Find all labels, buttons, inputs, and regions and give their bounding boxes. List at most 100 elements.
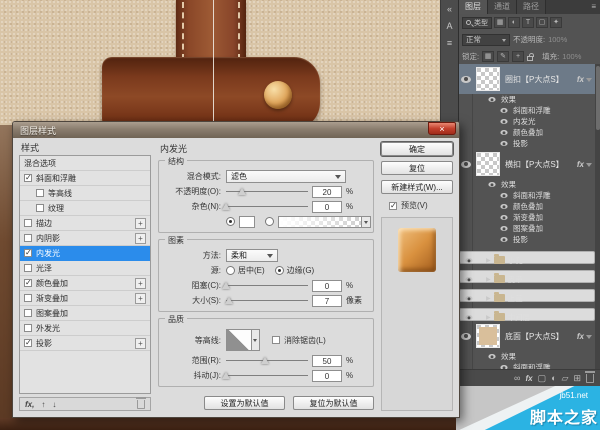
paragraph-panel-icon[interactable]: ≡ [447,36,452,53]
layers-scrollbar[interactable] [595,64,600,369]
group-name[interactable]: 上盖 [508,293,588,304]
group-name[interactable]: 皮带 [508,274,588,285]
style-item-stroke[interactable]: 描边 [20,216,150,231]
jitter-input[interactable]: 0 [312,370,342,382]
visibility-eye-icon[interactable] [461,161,471,168]
link-layers-icon[interactable]: ∞ [514,373,520,383]
style-item-blending-options[interactable]: 混合选项 [20,156,150,171]
reset-default-button[interactable]: 复位为默认值 [293,396,374,410]
add-instance-icon[interactable] [135,233,146,244]
add-layer-style-icon[interactable]: fx [525,374,532,383]
add-instance-icon[interactable] [135,293,146,304]
opacity-input[interactable]: 20 [312,186,342,198]
collapse-panels-icon[interactable]: « [447,2,452,19]
chevron-down-icon[interactable] [586,335,592,342]
contour-picker-arrow[interactable] [252,329,260,351]
checkbox[interactable] [36,204,44,212]
slider-thumb[interactable] [222,203,230,210]
visibility-eye-icon[interactable] [500,141,507,146]
delete-style-icon[interactable] [137,400,145,409]
layer-row[interactable]: 底面【P大点S】 fx [459,321,595,351]
move-up-icon[interactable]: ↑ [41,400,45,409]
checkbox[interactable] [24,294,32,302]
opacity-value[interactable]: 100% [548,35,567,44]
effect-row[interactable]: 内发光 [459,116,595,127]
gradient-radio[interactable] [265,217,274,226]
add-instance-icon[interactable] [135,278,146,289]
choke-input[interactable]: 0 [312,280,342,292]
antialias-checkbox[interactable] [272,336,280,344]
layer-name[interactable]: 圈扣【P大点S】 [505,74,575,85]
checkbox[interactable] [24,324,32,332]
scrollbar-thumb[interactable] [596,66,600,130]
preview-checkbox[interactable] [389,202,397,210]
dialog-titlebar[interactable]: 图层样式 × [13,122,459,138]
effects-header-row[interactable]: 效果 [459,351,595,362]
effect-row[interactable]: 颜色叠加 [459,201,595,212]
layer-thumbnail[interactable] [476,324,500,348]
visibility-eye-icon[interactable] [465,295,472,300]
ok-button[interactable]: 确定 [381,142,453,156]
layer-group-row[interactable]: ▶ 皮带 [459,270,595,283]
layer-group-row[interactable]: ▶ 中间层 [459,308,595,321]
blend-mode-select[interactable]: 滤色 [226,170,346,183]
layer-name[interactable]: 底面【P大点S】 [505,331,575,342]
chevron-down-icon[interactable] [586,78,592,85]
fill-value[interactable]: 100% [562,52,581,61]
tab-paths[interactable]: 路径 [517,0,546,14]
style-item-outer-glow[interactable]: 外发光 [20,321,150,336]
slider-thumb[interactable] [222,372,230,379]
visibility-eye-icon[interactable] [461,76,471,83]
add-instance-icon[interactable] [135,218,146,229]
visibility-eye-icon[interactable] [461,333,471,340]
filter-pixel-icon[interactable]: ▦ [494,17,506,28]
visibility-eye-icon[interactable] [500,108,507,113]
lock-pixels-icon[interactable]: ✎ [497,51,509,62]
visibility-eye-icon[interactable] [465,257,472,262]
slider-thumb[interactable] [238,188,246,195]
lock-position-icon[interactable]: + [512,51,524,62]
new-layer-icon[interactable]: ⊞ [573,373,581,384]
visibility-eye-icon[interactable] [488,182,495,187]
choke-slider[interactable] [226,281,308,290]
checkbox[interactable] [36,189,44,197]
checkbox[interactable] [24,234,32,242]
visibility-eye-icon[interactable] [500,237,507,242]
effect-row[interactable]: 斜面和浮雕 [459,362,595,369]
checkbox[interactable] [24,219,32,227]
visibility-eye-icon[interactable] [488,354,495,359]
filter-smart-icon[interactable]: ✦ [550,17,562,28]
range-input[interactable]: 50 [312,355,342,367]
chevron-down-icon[interactable] [586,163,592,170]
effects-header-row[interactable]: 效果 [459,94,595,105]
blend-mode-dropdown[interactable]: 正常 [462,34,510,46]
checkbox[interactable] [24,339,32,347]
size-input[interactable]: 7 [312,295,342,307]
filter-shape-icon[interactable]: ▢ [536,17,548,28]
contour-thumbnail[interactable] [226,329,252,351]
move-down-icon[interactable]: ↓ [52,400,56,409]
reset-button[interactable]: 复位 [381,161,453,175]
effect-row[interactable]: 颜色叠加 [459,127,595,138]
style-item-pattern-overlay[interactable]: 图案叠加 [20,306,150,321]
add-instance-icon[interactable] [135,338,146,349]
delete-layer-icon[interactable] [586,374,594,383]
lock-all-icon[interactable] [527,56,533,61]
visibility-eye-icon[interactable] [500,119,507,124]
layer-row[interactable]: 横扣【P大点S】 fx [459,149,595,179]
visibility-eye-icon[interactable] [465,276,472,281]
glow-color-swatch[interactable] [239,216,255,228]
visibility-eye-icon[interactable] [500,204,507,209]
visibility-eye-icon[interactable] [500,226,507,231]
adjustment-layer-icon[interactable]: ◐ [551,373,556,383]
noise-input[interactable]: 0 [312,201,342,213]
character-panel-icon[interactable]: A [446,19,452,36]
style-item-contour[interactable]: 等高线 [20,186,150,201]
visibility-eye-icon[interactable] [465,314,472,319]
checkbox[interactable] [24,279,32,287]
visibility-eye-icon[interactable] [500,193,507,198]
source-edge-radio[interactable] [275,266,284,275]
slider-thumb[interactable] [222,282,230,289]
method-select[interactable]: 柔和 [226,249,278,262]
opacity-slider[interactable] [226,187,308,196]
